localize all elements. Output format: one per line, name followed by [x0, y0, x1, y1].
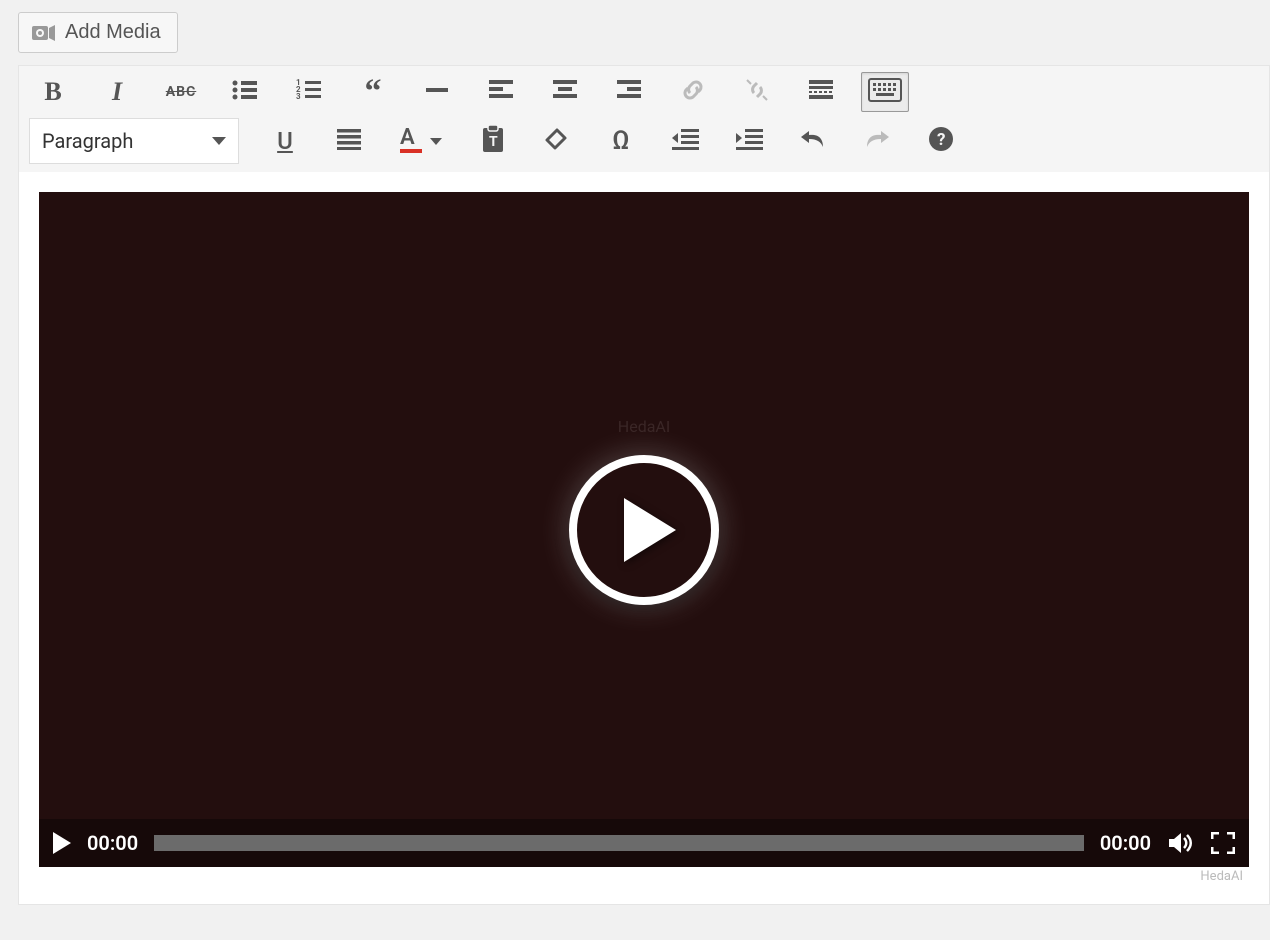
add-media-button[interactable]: Add Media	[18, 12, 178, 53]
align-right-button[interactable]	[605, 72, 653, 112]
play-overlay-button[interactable]	[569, 455, 719, 605]
toolbar-toggle-button[interactable]	[861, 72, 909, 112]
underline-button[interactable]: U	[261, 121, 309, 161]
numbered-list-icon: 123	[296, 79, 322, 105]
play-icon	[624, 498, 676, 562]
help-button[interactable]: ?	[917, 121, 965, 161]
omega-icon: Ω	[612, 126, 629, 156]
play-icon	[53, 832, 71, 854]
horizontal-rule-icon	[424, 79, 450, 105]
format-select-label: Paragraph	[42, 129, 133, 153]
bold-button[interactable]: B	[29, 72, 77, 112]
redo-icon	[863, 127, 891, 155]
fullscreen-icon	[1211, 832, 1235, 854]
undo-button[interactable]	[789, 121, 837, 161]
align-center-button[interactable]	[541, 72, 589, 112]
indent-button[interactable]	[725, 121, 773, 161]
editor-wrapper: B I ABC 123	[18, 65, 1270, 905]
speaker-icon	[1167, 831, 1195, 855]
bulleted-list-button[interactable]	[221, 72, 269, 112]
underline-icon: U	[277, 127, 293, 155]
eraser-icon	[543, 127, 571, 155]
play-button[interactable]	[53, 832, 71, 854]
numbered-list-button[interactable]: 123	[285, 72, 333, 112]
read-more-icon	[808, 79, 834, 105]
special-character-button[interactable]: Ω	[597, 121, 645, 161]
volume-button[interactable]	[1167, 831, 1195, 855]
fullscreen-button[interactable]	[1211, 832, 1235, 854]
paste-as-text-button[interactable]: T	[469, 121, 517, 161]
clear-formatting-button[interactable]	[533, 121, 581, 161]
camera-icon	[31, 22, 57, 44]
format-select[interactable]: Paragraph	[29, 118, 239, 164]
toolbar-row-2: Paragraph U A	[29, 118, 1259, 164]
duration: 00:00	[1100, 831, 1151, 855]
svg-text:3: 3	[296, 92, 301, 101]
align-justify-button[interactable]	[325, 121, 373, 161]
toolbar-row-1: B I ABC 123	[29, 72, 1259, 112]
chevron-down-icon	[430, 138, 442, 145]
toolbar: B I ABC 123	[19, 66, 1269, 172]
svg-text:?: ?	[937, 130, 945, 150]
svg-text:T: T	[489, 134, 498, 150]
align-center-icon	[552, 79, 578, 105]
bulleted-list-icon	[232, 79, 258, 105]
outdent-button[interactable]	[661, 121, 709, 161]
unlink-icon	[743, 76, 771, 108]
italic-icon: I	[112, 77, 122, 107]
horizontal-rule-button[interactable]	[413, 72, 461, 112]
link-icon	[679, 76, 707, 108]
align-right-icon	[616, 79, 642, 105]
help-icon: ?	[928, 126, 954, 156]
video-overlay-text: HedaAI	[618, 417, 670, 436]
redo-button[interactable]	[853, 121, 901, 161]
textcolor-icon: A	[400, 129, 422, 153]
align-left-icon	[488, 79, 514, 105]
link-button[interactable]	[669, 72, 717, 112]
strikethrough-button[interactable]: ABC	[157, 72, 205, 112]
italic-button[interactable]: I	[93, 72, 141, 112]
undo-icon	[799, 127, 827, 155]
video-controls: 00:00 00:00	[39, 819, 1249, 867]
unlink-button[interactable]	[733, 72, 781, 112]
clipboard-t-icon: T	[480, 125, 506, 157]
footer-watermark: HedaAI	[39, 867, 1249, 884]
chevron-down-icon	[212, 137, 226, 145]
strikethrough-icon: ABC	[166, 84, 197, 100]
indent-icon	[735, 128, 763, 154]
quote-icon: “	[365, 82, 382, 102]
read-more-button[interactable]	[797, 72, 845, 112]
align-justify-icon	[336, 128, 362, 154]
editor-content[interactable]: HedaAI 00:00 00:00	[19, 172, 1269, 904]
seek-bar[interactable]	[154, 835, 1084, 851]
outdent-icon	[671, 128, 699, 154]
keyboard-icon	[868, 78, 902, 106]
add-media-label: Add Media	[65, 21, 161, 44]
bold-icon: B	[44, 77, 61, 107]
textcolor-button[interactable]: A	[389, 121, 453, 161]
video-player: HedaAI 00:00 00:00	[39, 192, 1249, 867]
current-time: 00:00	[87, 831, 138, 855]
align-left-button[interactable]	[477, 72, 525, 112]
blockquote-button[interactable]: “	[349, 72, 397, 112]
